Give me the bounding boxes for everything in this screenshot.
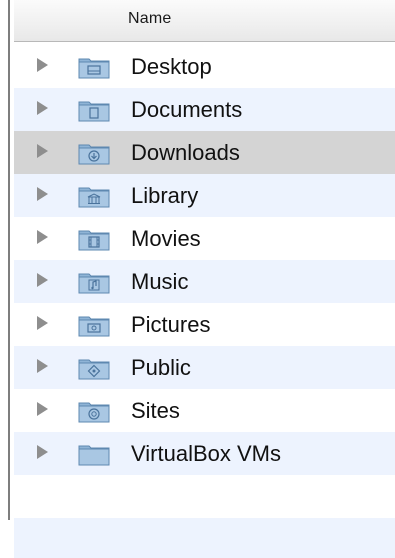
list-item-desktop[interactable]: Desktop: [14, 45, 395, 88]
left-border: [8, 0, 10, 520]
list-item-label: Public: [131, 355, 191, 380]
list-item-label: Documents: [131, 97, 243, 122]
file-list: Desktop Documents Downloads Library Movi…: [14, 45, 395, 558]
list-item-virtualbox-vms[interactable]: VirtualBox VMs: [14, 432, 395, 475]
sites-folder-icon: [78, 402, 110, 423]
disclosure-triangle-icon[interactable]: [37, 402, 48, 416]
list-item-label: VirtualBox VMs: [131, 441, 281, 466]
downloads-folder-icon: [78, 144, 110, 165]
disclosure-triangle-icon[interactable]: [37, 273, 48, 287]
list-item-label: Sites: [131, 398, 180, 423]
documents-folder-icon: [78, 101, 110, 122]
disclosure-triangle-icon[interactable]: [37, 144, 48, 158]
empty-row: [14, 518, 395, 558]
disclosure-triangle-icon[interactable]: [37, 445, 48, 459]
disclosure-triangle-icon[interactable]: [37, 230, 48, 244]
pictures-folder-icon: [78, 316, 110, 337]
finder-list-view: Name Desktop Documents Downloads Library…: [0, 0, 395, 558]
disclosure-triangle-icon[interactable]: [37, 316, 48, 330]
list-item-label: Movies: [131, 226, 201, 251]
list-item-library[interactable]: Library: [14, 174, 395, 217]
list-item-label: Library: [131, 183, 199, 208]
list-item-sites[interactable]: Sites: [14, 389, 395, 432]
desktop-folder-icon: [78, 58, 110, 79]
music-folder-icon: [78, 273, 110, 294]
list-item-label: Music: [131, 269, 189, 294]
list-item-pictures[interactable]: Pictures: [14, 303, 395, 346]
column-header[interactable]: Name: [14, 0, 395, 42]
disclosure-triangle-icon[interactable]: [37, 101, 48, 115]
movies-folder-icon: [78, 230, 110, 251]
list-item-downloads[interactable]: Downloads: [14, 131, 395, 174]
list-item-label: Pictures: [131, 312, 211, 337]
list-item-documents[interactable]: Documents: [14, 88, 395, 131]
disclosure-triangle-icon[interactable]: [37, 187, 48, 201]
disclosure-triangle-icon[interactable]: [37, 359, 48, 373]
disclosure-triangle-icon[interactable]: [37, 58, 48, 72]
library-folder-icon: [78, 187, 110, 208]
empty-row: [14, 475, 395, 518]
list-item-label: Desktop: [131, 54, 212, 79]
list-item-public[interactable]: Public: [14, 346, 395, 389]
list-item-label: Downloads: [131, 140, 240, 165]
public-folder-icon: [78, 359, 110, 380]
column-header-name[interactable]: Name: [128, 10, 171, 28]
list-item-movies[interactable]: Movies: [14, 217, 395, 260]
list-item-music[interactable]: Music: [14, 260, 395, 303]
folder-icon: [78, 445, 110, 466]
